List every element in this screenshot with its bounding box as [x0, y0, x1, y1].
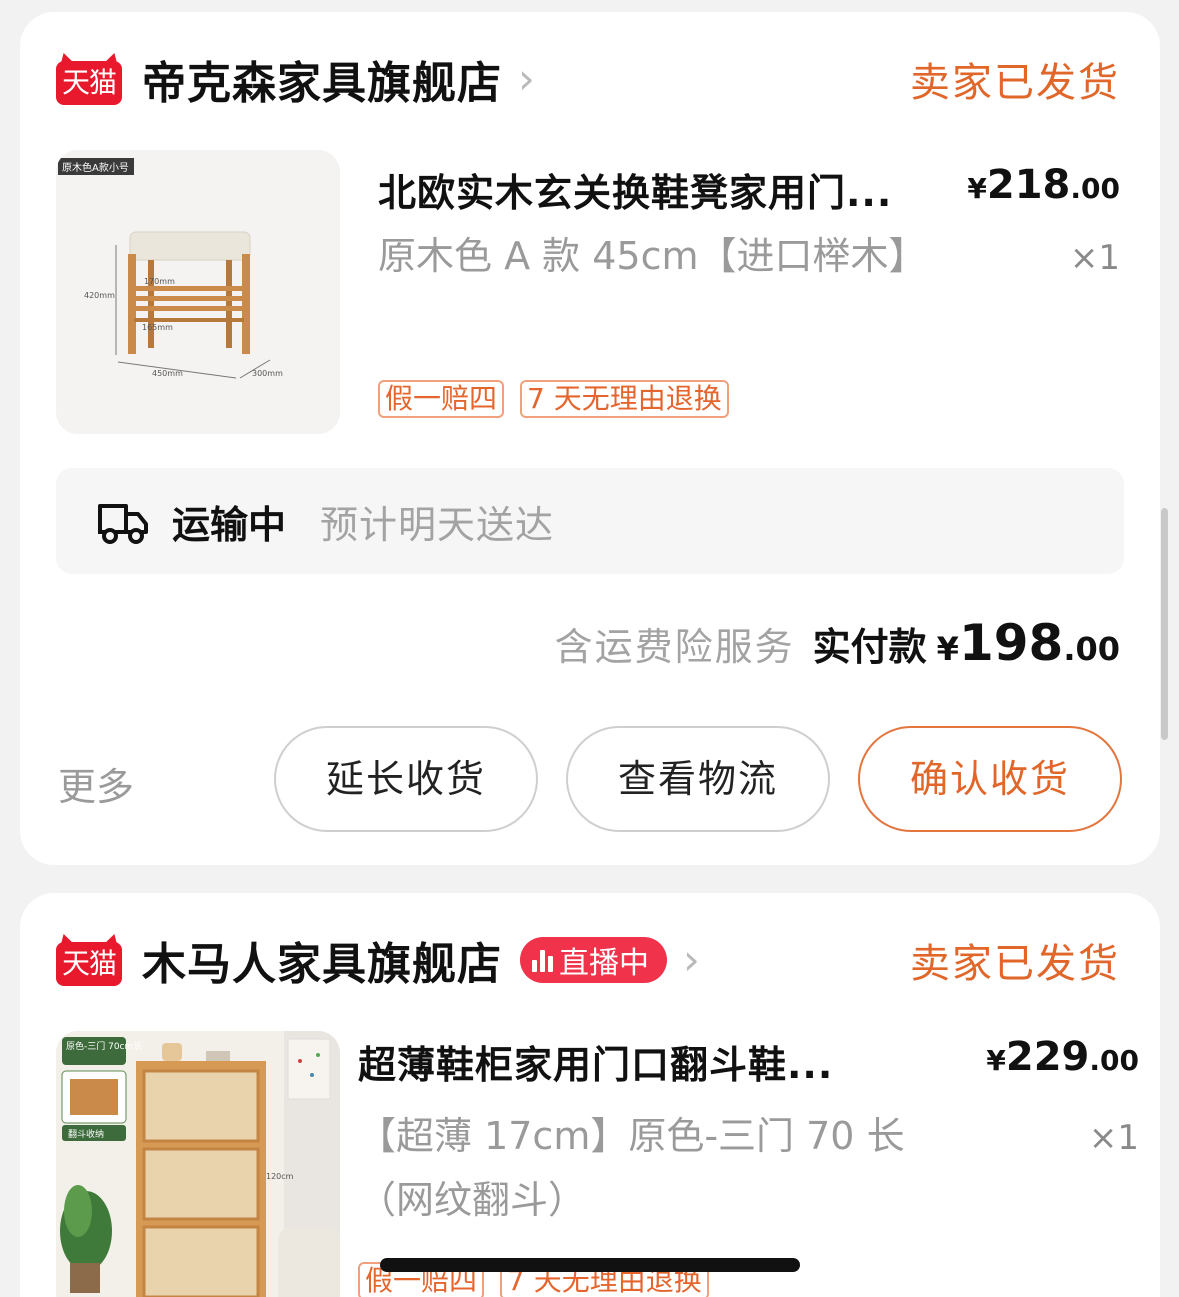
- product-spec: 原木色 A 款 45cm【进口榉木】: [378, 234, 927, 278]
- view-logistics-button[interactable]: 查看物流: [566, 726, 830, 832]
- product-title[interactable]: 北欧实木玄关换鞋凳家用门...: [378, 162, 968, 217]
- svg-text:170mm: 170mm: [144, 277, 175, 286]
- more-button[interactable]: 更多: [58, 756, 134, 811]
- product-thumbnail[interactable]: 原木色A款小号 420mm 170mm 165mm 450mm 300mm: [56, 150, 340, 434]
- svg-text:120cm: 120cm: [266, 1172, 294, 1181]
- svg-text:翻斗收纳: 翻斗收纳: [68, 1128, 104, 1140]
- order-status: 卖家已发货: [910, 60, 1120, 106]
- confirm-receipt-button[interactable]: 确认收货: [858, 726, 1122, 832]
- shipping-eta: 预计明天送达: [320, 502, 555, 547]
- product-price: ¥229.00: [986, 1034, 1139, 1080]
- svg-text:原色-三门 70cm长: 原色-三门 70cm长: [66, 1040, 142, 1052]
- product-spec: 【超薄 17cm】原色-三门 70 长（网纹翻斗）: [358, 1114, 905, 1222]
- shop-name[interactable]: 木马人家具旗舰店: [142, 928, 502, 992]
- svg-text:300mm: 300mm: [252, 369, 283, 378]
- delivery-truck-icon: [98, 504, 148, 544]
- product-quantity: ×1: [1088, 1118, 1139, 1158]
- svg-text:420mm: 420mm: [84, 291, 115, 300]
- total-amount: ¥198.00: [936, 614, 1120, 672]
- svg-text:原木色A款小号: 原木色A款小号: [62, 161, 129, 174]
- product-quantity: ×1: [1069, 238, 1120, 278]
- service-tag: 假一赔四: [378, 380, 505, 418]
- svg-text:450mm: 450mm: [152, 369, 183, 378]
- shop-header[interactable]: 天猫 木马人家具旗舰店 直播中 › 卖家已发货: [56, 933, 1120, 990]
- tmall-logo-icon: 天猫: [56, 934, 122, 986]
- order-actions: 更多 延长收货 查看物流 确认收货: [56, 726, 1124, 832]
- service-tags: 假一赔四 7 天无理由退换: [378, 380, 729, 418]
- svg-text:165mm: 165mm: [142, 323, 173, 332]
- shop-name[interactable]: 帝克森家具旗舰店: [142, 47, 502, 111]
- shipping-status: 运输中: [172, 502, 287, 547]
- shipping-status-bar[interactable]: 运输中 预计明天送达: [56, 468, 1124, 574]
- product-title[interactable]: 超薄鞋柜家用门口翻斗鞋...: [358, 1034, 948, 1089]
- order-card[interactable]: 天猫 帝克森家具旗舰店 › 卖家已发货 原木色A款小号 420mm 170mm …: [20, 12, 1160, 865]
- shoe-bench-image: 原木色A款小号 420mm 170mm 165mm 450mm 300mm: [56, 150, 340, 434]
- order-card[interactable]: 天猫 木马人家具旗舰店 直播中 › 卖家已发货 原色-三门 70cm长 翻斗收纳…: [20, 893, 1160, 1297]
- live-badge[interactable]: 直播中: [520, 937, 667, 983]
- live-bars-icon: [532, 948, 553, 972]
- home-indicator[interactable]: [380, 1258, 800, 1272]
- order-status: 卖家已发货: [910, 941, 1120, 987]
- chevron-right-icon[interactable]: ›: [518, 58, 535, 100]
- scrollbar[interactable]: [1161, 508, 1168, 740]
- chevron-right-icon[interactable]: ›: [683, 939, 700, 981]
- product-price: ¥218.00: [967, 162, 1120, 208]
- total-label: 实付款: [812, 625, 927, 669]
- extend-receipt-button[interactable]: 延长收货: [274, 726, 538, 832]
- service-tag: 7 天无理由退换: [520, 380, 729, 418]
- shop-header[interactable]: 天猫 帝克森家具旗舰店 › 卖家已发货: [56, 52, 1120, 109]
- order-total: 含运费险服务 实付款 ¥198.00: [555, 614, 1120, 672]
- total-note: 含运费险服务: [554, 625, 795, 669]
- shoe-cabinet-image: 原色-三门 70cm长 翻斗收纳 120cm: [56, 1031, 340, 1297]
- order-list-page: 天猫 帝克森家具旗舰店 › 卖家已发货 原木色A款小号 420mm 170mm …: [0, 0, 1179, 1297]
- tmall-logo-icon: 天猫: [56, 53, 122, 105]
- product-thumbnail[interactable]: 原色-三门 70cm长 翻斗收纳 120cm: [56, 1031, 340, 1297]
